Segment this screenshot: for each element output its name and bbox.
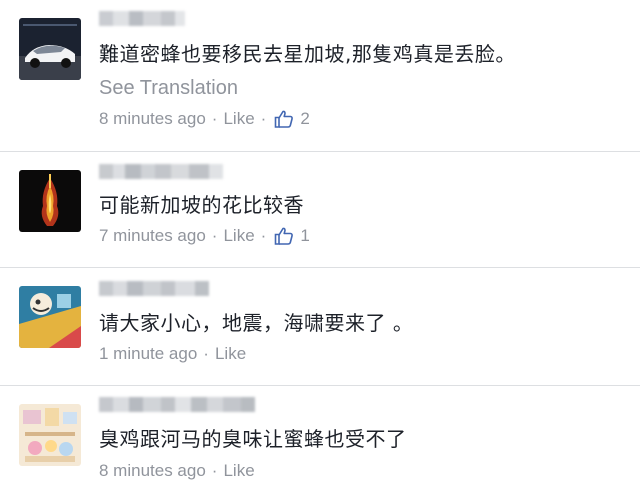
avatar[interactable]: [19, 286, 81, 348]
commenter-name-blurred[interactable]: [99, 281, 209, 296]
like-button[interactable]: Like: [215, 343, 246, 365]
comment-meta: 1 minute ago · Like: [99, 343, 246, 365]
comment-meta: 7 minutes ago · Like · 1: [99, 225, 310, 247]
comment-timestamp[interactable]: 1 minute ago: [99, 343, 197, 365]
separator: ·: [211, 109, 218, 128]
commenter-name-blurred[interactable]: [99, 164, 223, 179]
like-count[interactable]: 2: [300, 108, 309, 130]
thumbs-up-icon[interactable]: [274, 226, 294, 246]
see-translation-link[interactable]: See Translation: [99, 76, 238, 100]
avatar[interactable]: [19, 170, 81, 232]
separator: ·: [211, 461, 218, 480]
commenter-name-blurred[interactable]: [99, 11, 185, 26]
separator: ·: [203, 344, 209, 363]
separator: ·: [260, 226, 267, 245]
separator: ·: [211, 226, 218, 245]
comment-text: 難道密蜂也要移民去星加坡,那隻鸡真是丢脸。: [99, 42, 516, 66]
separator: ·: [260, 109, 267, 128]
comment-timestamp[interactable]: 8 minutes ago: [99, 108, 206, 130]
comment-timestamp[interactable]: 7 minutes ago: [99, 225, 206, 247]
comment-meta: 8 minutes ago · Like: [99, 460, 255, 482]
comment-divider: [0, 151, 640, 152]
comment-meta: 8 minutes ago · Like · 2: [99, 108, 310, 130]
comment-timestamp[interactable]: 8 minutes ago: [99, 460, 206, 482]
like-button[interactable]: Like: [223, 460, 254, 482]
like-button[interactable]: Like: [223, 225, 254, 247]
comment-divider: [0, 385, 640, 386]
comment-text: 臭鸡跟河马的臭味让蜜蜂也受不了: [99, 427, 407, 451]
comment-divider: [0, 267, 640, 268]
comment-text: 可能新加坡的花比较香: [99, 193, 304, 217]
avatar[interactable]: [19, 18, 81, 80]
comment-text: 请大家小心，地震，海啸要来了 。: [99, 311, 414, 335]
thumbs-up-icon[interactable]: [274, 109, 294, 129]
like-button[interactable]: Like: [223, 108, 254, 130]
commenter-name-blurred[interactable]: [99, 397, 255, 412]
avatar[interactable]: [19, 404, 81, 466]
like-count[interactable]: 1: [300, 225, 309, 247]
